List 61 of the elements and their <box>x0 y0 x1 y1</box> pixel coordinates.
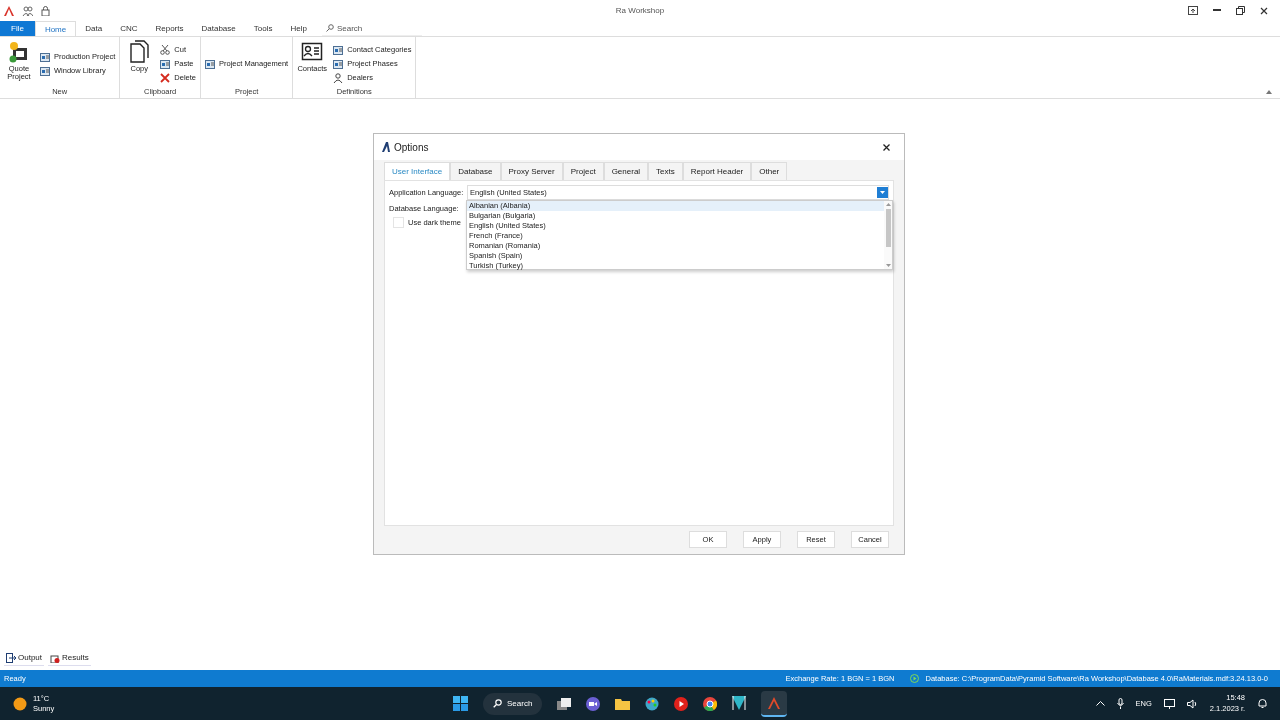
start-icon[interactable] <box>453 696 468 711</box>
search-field[interactable]: Search <box>336 23 417 33</box>
dialog-tab[interactable]: Database <box>450 162 501 180</box>
panel-tab[interactable]: Output <box>4 650 44 666</box>
scroll-up-icon[interactable] <box>885 203 891 206</box>
palette-icon[interactable] <box>645 696 660 711</box>
checkbox[interactable] <box>393 217 404 228</box>
dialog-tab[interactable]: User Interface <box>384 162 451 180</box>
close-icon[interactable] <box>1260 6 1268 15</box>
panel-tab[interactable]: Results <box>48 650 91 666</box>
dialog-title: Options <box>394 141 429 153</box>
logo-icon <box>768 696 781 709</box>
search-icon <box>325 24 334 32</box>
play-button-icon[interactable] <box>674 696 689 711</box>
caret-icon <box>880 190 885 194</box>
dialog-tab[interactable]: Texts <box>648 162 683 180</box>
dialog-tab[interactable]: Proxy Server <box>500 162 563 180</box>
ribbon-tab[interactable]: Database <box>192 21 245 36</box>
ribbon-display-icon[interactable] <box>1188 6 1198 15</box>
minimize-icon[interactable] <box>1213 9 1221 12</box>
restore-icon[interactable] <box>1236 6 1245 15</box>
sun-icon[interactable] <box>13 696 27 711</box>
ribbon-tab[interactable]: CNC <box>111 21 147 36</box>
v-app-icon[interactable] <box>732 695 747 712</box>
dialog-tab[interactable]: General <box>603 162 649 180</box>
play-icon <box>910 674 920 683</box>
ribbon-tab[interactable]: Data <box>76 21 112 36</box>
chevron-up-icon[interactable] <box>1095 701 1105 706</box>
close-icon <box>160 72 171 83</box>
folder-icon[interactable] <box>615 697 631 710</box>
network-icon[interactable] <box>1163 698 1175 709</box>
lock-icon[interactable] <box>41 5 50 16</box>
notification-icon[interactable] <box>1257 698 1268 709</box>
collapse-ribbon-icon[interactable] <box>1266 90 1272 94</box>
microphone-icon[interactable] <box>1116 698 1124 709</box>
scrollbar[interactable] <box>884 201 892 269</box>
taskbar-app[interactable] <box>761 690 788 717</box>
window-title: Ra Workshop <box>615 6 665 15</box>
person-icon <box>333 72 344 83</box>
app-icon <box>381 142 390 152</box>
speaker-icon[interactable] <box>1186 698 1198 709</box>
scroll-down-icon[interactable] <box>885 264 891 267</box>
taskbar-search[interactable]: Search <box>483 692 543 715</box>
ribbon-tab[interactable]: Home <box>34 21 77 36</box>
scissors-icon <box>160 44 171 55</box>
export-icon <box>6 652 16 663</box>
video-call-icon[interactable] <box>586 696 601 711</box>
browser-icon[interactable] <box>703 696 718 711</box>
ribbon-tab[interactable]: Help <box>281 21 316 36</box>
search-icon <box>493 699 502 708</box>
file-tab[interactable]: File <box>0 21 35 36</box>
logo-icon[interactable] <box>4 5 14 16</box>
people-icon[interactable] <box>22 5 33 16</box>
ribbon-tab[interactable]: Reports <box>146 21 193 36</box>
ribbon-tab[interactable]: Tools <box>244 21 282 36</box>
dialog-tab[interactable]: Other <box>751 162 788 180</box>
dialog-tab[interactable]: Report Header <box>682 162 752 180</box>
copy-icon <box>128 40 151 64</box>
dialog-tab[interactable]: Project <box>562 162 604 180</box>
task-view-icon[interactable] <box>557 697 572 710</box>
close-icon[interactable] <box>883 143 890 151</box>
